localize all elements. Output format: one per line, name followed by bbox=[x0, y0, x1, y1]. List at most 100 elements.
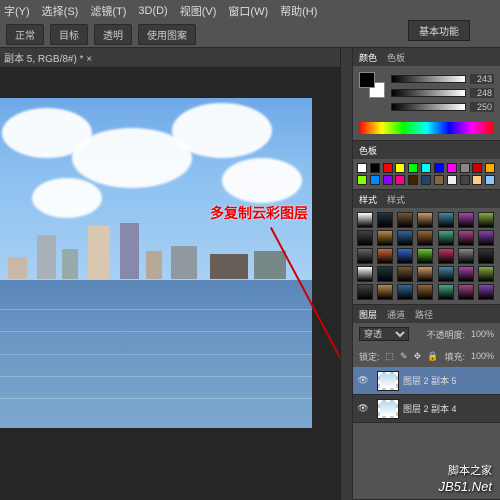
style-preset[interactable] bbox=[397, 284, 413, 300]
workspace-switcher[interactable]: 基本功能 bbox=[408, 20, 470, 41]
tab-swatches[interactable]: 色板 bbox=[387, 51, 405, 64]
menu-item[interactable]: 视图(V) bbox=[180, 3, 217, 19]
swatch[interactable] bbox=[383, 175, 393, 185]
layer-name[interactable]: 图层 2 副本 5 bbox=[403, 374, 457, 387]
option-chip[interactable]: 透明 bbox=[94, 24, 132, 45]
swatch[interactable] bbox=[395, 163, 405, 173]
swatch[interactable] bbox=[357, 163, 367, 173]
option-chip[interactable]: 正常 bbox=[6, 24, 44, 45]
spectrum-picker[interactable] bbox=[359, 122, 494, 134]
menu-item[interactable]: 滤镜(T) bbox=[90, 3, 126, 19]
swatch[interactable] bbox=[357, 175, 367, 185]
tab-paths[interactable]: 路径 bbox=[415, 308, 433, 321]
menu-item[interactable]: 字(Y) bbox=[4, 3, 30, 19]
fill-value[interactable]: 100% bbox=[471, 351, 494, 361]
style-preset[interactable] bbox=[357, 230, 373, 246]
style-preset[interactable] bbox=[417, 284, 433, 300]
style-preset[interactable] bbox=[478, 284, 494, 300]
swatch[interactable] bbox=[447, 175, 457, 185]
color-slider-r[interactable] bbox=[391, 75, 466, 83]
color-slider-g[interactable] bbox=[391, 89, 466, 97]
swatch[interactable] bbox=[370, 175, 380, 185]
layer-row[interactable]: 👁 图层 2 副本 4 bbox=[353, 395, 500, 423]
menu-item[interactable]: 选择(S) bbox=[42, 3, 79, 19]
swatch[interactable] bbox=[383, 163, 393, 173]
swatch[interactable] bbox=[434, 175, 444, 185]
style-preset[interactable] bbox=[417, 230, 433, 246]
swatch[interactable] bbox=[408, 175, 418, 185]
swatch[interactable] bbox=[485, 175, 495, 185]
menu-item[interactable]: 3D(D) bbox=[138, 5, 167, 17]
style-preset[interactable] bbox=[438, 284, 454, 300]
style-preset[interactable] bbox=[458, 230, 474, 246]
swatch[interactable] bbox=[370, 163, 380, 173]
styles-grid[interactable] bbox=[353, 208, 500, 304]
color-value[interactable]: 250 bbox=[470, 102, 494, 112]
tab-channels[interactable]: 通道 bbox=[387, 308, 405, 321]
swatch[interactable] bbox=[434, 163, 444, 173]
style-preset[interactable] bbox=[377, 248, 393, 264]
panel-collapse-strip[interactable] bbox=[340, 48, 352, 500]
style-preset[interactable] bbox=[478, 248, 494, 264]
layer-thumbnail[interactable] bbox=[377, 399, 399, 419]
style-preset[interactable] bbox=[357, 266, 373, 282]
fg-bg-color[interactable] bbox=[359, 72, 385, 98]
style-preset[interactable] bbox=[478, 230, 494, 246]
style-preset[interactable] bbox=[377, 284, 393, 300]
layer-name[interactable]: 图层 2 副本 4 bbox=[403, 402, 457, 415]
swatch[interactable] bbox=[460, 175, 470, 185]
lock-icon[interactable]: 🔒 bbox=[427, 351, 438, 362]
canvas-area[interactable]: 多复制云彩图层 bbox=[0, 68, 352, 500]
lock-icon[interactable]: ⬚ bbox=[386, 351, 395, 362]
swatch[interactable] bbox=[447, 163, 457, 173]
color-slider-b[interactable] bbox=[391, 103, 466, 111]
menu-item[interactable]: 帮助(H) bbox=[280, 3, 317, 19]
style-preset[interactable] bbox=[438, 266, 454, 282]
style-preset[interactable] bbox=[357, 248, 373, 264]
blend-mode-select[interactable]: 穿透 bbox=[359, 327, 409, 341]
swatch[interactable] bbox=[395, 175, 405, 185]
option-chip[interactable]: 使用图案 bbox=[138, 24, 196, 45]
swatch[interactable] bbox=[408, 163, 418, 173]
swatches-grid[interactable] bbox=[353, 159, 500, 189]
swatch[interactable] bbox=[472, 163, 482, 173]
opacity-value[interactable]: 100% bbox=[471, 329, 494, 339]
style-preset[interactable] bbox=[478, 266, 494, 282]
style-preset[interactable] bbox=[417, 266, 433, 282]
style-preset[interactable] bbox=[357, 284, 373, 300]
visibility-toggle[interactable]: 👁 bbox=[353, 375, 373, 386]
tab-styles-2[interactable]: 样式 bbox=[387, 193, 405, 206]
style-preset[interactable] bbox=[458, 266, 474, 282]
swatch[interactable] bbox=[421, 175, 431, 185]
style-preset[interactable] bbox=[377, 266, 393, 282]
style-preset[interactable] bbox=[397, 212, 413, 228]
style-preset[interactable] bbox=[397, 230, 413, 246]
style-preset[interactable] bbox=[458, 212, 474, 228]
swatch[interactable] bbox=[485, 163, 495, 173]
fg-color-swatch[interactable] bbox=[359, 72, 375, 88]
option-chip[interactable]: 目标 bbox=[50, 24, 88, 45]
swatch[interactable] bbox=[421, 163, 431, 173]
style-preset[interactable] bbox=[397, 266, 413, 282]
document-tab[interactable]: 副本 5, RGB/8#) * × bbox=[4, 50, 92, 65]
tab-layers[interactable]: 图层 bbox=[359, 308, 377, 321]
tab-color[interactable]: 颜色 bbox=[359, 51, 377, 64]
visibility-toggle[interactable]: 👁 bbox=[353, 403, 373, 414]
color-value[interactable]: 243 bbox=[470, 74, 494, 84]
lock-icon[interactable]: ✥ bbox=[414, 351, 422, 362]
lock-icon[interactable]: ✎ bbox=[400, 351, 408, 362]
layer-row[interactable]: 👁 图层 2 副本 5 bbox=[353, 367, 500, 395]
tab-swatches[interactable]: 色板 bbox=[359, 144, 377, 157]
style-preset[interactable] bbox=[458, 248, 474, 264]
color-value[interactable]: 248 bbox=[470, 88, 494, 98]
swatch[interactable] bbox=[472, 175, 482, 185]
swatch[interactable] bbox=[460, 163, 470, 173]
style-preset[interactable] bbox=[377, 212, 393, 228]
layer-thumbnail[interactable] bbox=[377, 371, 399, 391]
style-preset[interactable] bbox=[417, 212, 433, 228]
style-preset[interactable] bbox=[417, 248, 433, 264]
style-preset[interactable] bbox=[357, 212, 373, 228]
style-preset[interactable] bbox=[438, 230, 454, 246]
menu-item[interactable]: 窗口(W) bbox=[228, 3, 268, 19]
style-preset[interactable] bbox=[458, 284, 474, 300]
